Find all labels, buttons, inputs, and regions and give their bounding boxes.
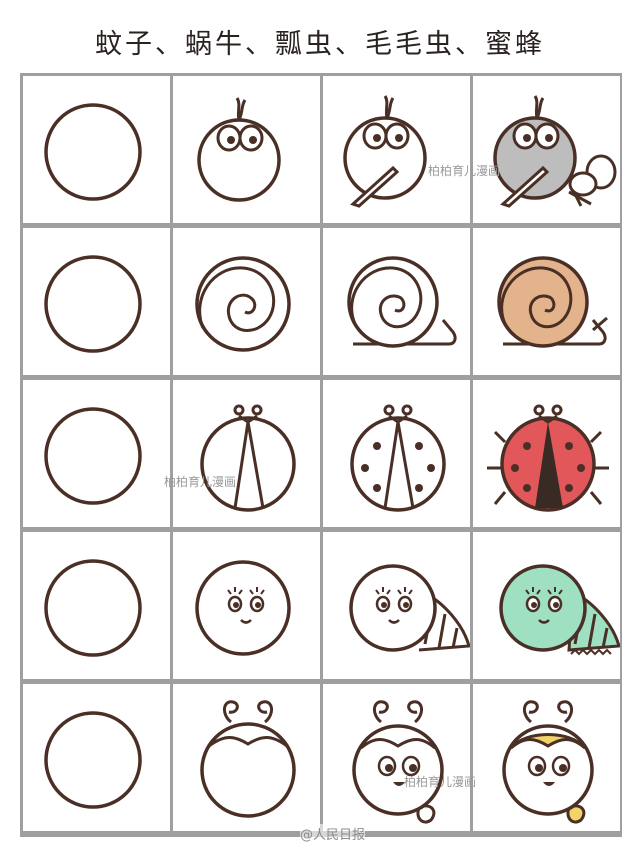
bee-step-3 (323, 684, 470, 831)
snail-step-3 (323, 228, 470, 375)
snail-step-1 (23, 228, 170, 375)
ladybug-step-4 (473, 380, 620, 527)
snail-step-4 (473, 228, 620, 375)
snail-step-2 (173, 228, 320, 375)
bee-step-4 (473, 684, 620, 831)
bee-step-1 (23, 684, 170, 831)
caterpillar-step-4 (473, 532, 620, 679)
ladybug-step-1 (23, 380, 170, 527)
bee-step-2 (173, 684, 320, 831)
mosquito-step-3 (323, 76, 470, 223)
watermark-text: 柏柏育儿漫画 (428, 164, 501, 178)
mosquito-step-4 (473, 76, 620, 223)
source-credit: @人民日报 (300, 824, 366, 843)
ladybug-step-3 (323, 380, 470, 527)
caterpillar-step-2 (173, 532, 320, 679)
watermark-text: 柏柏育儿漫画 (404, 775, 477, 789)
ladybug-step-2 (173, 380, 320, 527)
mosquito-step-1 (23, 76, 170, 223)
mosquito-step-2 (173, 76, 320, 223)
drawing-steps-grid (20, 73, 622, 837)
caterpillar-step-1 (23, 532, 170, 679)
page-title: 蚊子、蜗牛、瓢虫、毛毛虫、蜜蜂 (95, 29, 545, 60)
watermark-text: 柏柏育儿漫画 (164, 475, 237, 489)
caterpillar-step-3 (323, 532, 470, 679)
